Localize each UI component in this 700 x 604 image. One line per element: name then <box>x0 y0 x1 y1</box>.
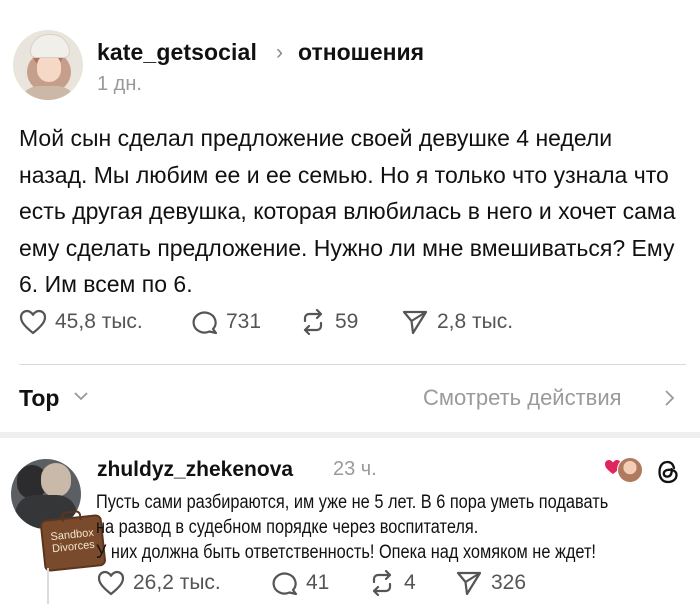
repost-icon <box>303 309 323 335</box>
comment-repost-button[interactable]: 4 <box>368 570 416 596</box>
heart-icon <box>97 570 125 596</box>
divider <box>19 364 686 365</box>
comment-line: Пусть сами разбираются, им уже не 5 лет.… <box>96 492 609 513</box>
author-avatar[interactable] <box>13 30 83 100</box>
reply-button[interactable]: 731 <box>190 309 261 335</box>
view-activity-link[interactable]: Смотреть действия <box>423 385 622 411</box>
chevron-right-icon[interactable] <box>664 389 676 407</box>
threads-icon[interactable] <box>654 458 682 486</box>
comment-icon <box>192 311 218 335</box>
comment-repost-count: 4 <box>404 571 416 594</box>
share-icon <box>402 310 428 335</box>
comment-time: 23 ч. <box>333 458 377 480</box>
commenter-username[interactable]: zhuldyz_zhekenova <box>97 458 293 482</box>
chevron-down-icon[interactable] <box>74 391 88 401</box>
author-username[interactable]: kate_getsocial <box>97 39 257 66</box>
comment-line: на развод в судебном порядке через воспи… <box>96 517 479 538</box>
section-divider <box>0 432 700 438</box>
post-time: 1 дн. <box>97 73 142 95</box>
share-button[interactable]: 2,8 тыс. <box>401 309 513 335</box>
share-count: 2,8 тыс. <box>437 310 514 333</box>
post-body: Мой сын сделал предложение своей девушке… <box>19 125 676 298</box>
share-icon <box>456 571 482 596</box>
comment-icon <box>272 572 298 596</box>
like-count: 45,8 тыс. <box>55 310 143 333</box>
reply-count: 731 <box>226 310 262 333</box>
repost-button[interactable]: 59 <box>299 309 358 335</box>
thread-line <box>47 568 49 604</box>
heart-icon <box>19 309 47 335</box>
comment-reply-count: 41 <box>306 571 330 594</box>
author-liked-avatar <box>617 457 643 483</box>
comment-share-count: 326 <box>491 571 527 594</box>
comment-line: У них должна быть ответственность! Опека… <box>96 542 596 563</box>
like-button[interactable]: 45,8 тыс. <box>19 309 143 335</box>
comment-body: Пусть сами разбираются, им уже не 5 лет.… <box>96 490 698 565</box>
repost-icon <box>372 570 392 596</box>
comment-like-button[interactable]: 26,2 тыс. <box>97 570 221 596</box>
sort-selector[interactable]: Top <box>19 385 59 412</box>
topic-tag[interactable]: отношения <box>298 39 424 66</box>
comment-reply-button[interactable]: 41 <box>270 570 329 596</box>
chevron-right-icon: › <box>276 41 283 64</box>
repost-count: 59 <box>335 310 359 333</box>
comment-like-count: 26,2 тыс. <box>133 571 221 594</box>
comment-share-button[interactable]: 326 <box>455 570 526 596</box>
sticker-label: Sandbox Divorces <box>49 526 96 556</box>
